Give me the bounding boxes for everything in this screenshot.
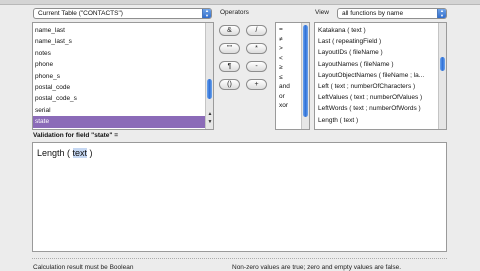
calculation-editor[interactable]: Length ( text ) (32, 142, 447, 252)
field-item[interactable]: postal_code (33, 82, 213, 93)
scroll-thumb[interactable] (303, 25, 308, 117)
function-list-scrollbar[interactable] (438, 23, 446, 129)
field-list[interactable]: name_last name_last_s notes phone phone_… (32, 22, 214, 130)
view-label: View (315, 9, 329, 16)
calc-text-suffix: ) (87, 148, 93, 158)
operators-label: Operators (220, 9, 249, 16)
select-arrows-icon: ▲ ▼ (437, 9, 446, 18)
function-item[interactable]: LayoutNames ( fileName ) (315, 59, 446, 70)
function-item[interactable]: LeftWords ( text ; numberOfWords ) (315, 103, 446, 114)
operator-parens-button[interactable]: () (219, 79, 240, 90)
function-item[interactable]: Last ( repeatingField ) (315, 36, 446, 47)
field-item[interactable]: phone_s (33, 71, 213, 82)
scroll-down-icon[interactable]: ▼ (206, 119, 213, 125)
calc-text-selected: text (72, 148, 88, 158)
field-item-selected[interactable]: state (33, 116, 213, 128)
function-item[interactable]: LayoutObjectNames ( fileName ; la... (315, 70, 446, 81)
operator-list-scrollbar[interactable] (301, 23, 309, 129)
field-item[interactable]: serial (33, 105, 213, 116)
operator-ampersand-button[interactable]: & (219, 25, 240, 36)
divider (32, 258, 447, 259)
operator-pilcrow-button[interactable]: ¶ (219, 61, 240, 72)
scroll-thumb[interactable] (440, 57, 445, 71)
operator-divide-button[interactable]: / (246, 25, 267, 36)
view-select[interactable]: all functions by name ▲ ▼ (337, 8, 447, 19)
field-item[interactable]: name_last_s (33, 36, 213, 47)
operator-multiply-button[interactable]: * (246, 43, 267, 54)
function-item[interactable]: LayoutIDs ( fileName ) (315, 47, 446, 58)
table-select-value: Current Table ("CONTACTS") (38, 10, 123, 17)
view-select-value: all functions by name (342, 10, 404, 17)
table-select[interactable]: Current Table ("CONTACTS") ▲ ▼ (33, 8, 212, 19)
operator-list[interactable]: = ≠ > < ≥ ≤ and or xor (275, 22, 310, 130)
field-item[interactable]: postal_code_s (33, 93, 213, 104)
field-item[interactable]: notes (33, 48, 213, 59)
calc-text-prefix: Length ( (37, 148, 73, 158)
operator-plus-button[interactable]: + (246, 79, 267, 90)
field-item[interactable]: name_last (33, 25, 213, 36)
function-list[interactable]: Katakana ( text ) Last ( repeatingField … (314, 22, 447, 130)
operator-minus-button[interactable]: - (246, 61, 267, 72)
select-arrows-icon: ▲ ▼ (202, 9, 211, 18)
function-item[interactable]: Length ( text ) (315, 115, 446, 126)
window-top-edge (0, 0, 480, 5)
scroll-thumb[interactable] (207, 79, 212, 99)
operator-quotes-button[interactable]: "" (219, 43, 240, 54)
validation-label: Validation for field "state" = (33, 132, 119, 139)
field-list-scrollbar[interactable]: ▲ ▼ (205, 23, 213, 129)
scroll-up-icon[interactable]: ▲ (206, 111, 213, 117)
function-item[interactable]: LeftValues ( text ; numberOfValues ) (315, 92, 446, 103)
field-item[interactable]: phone (33, 59, 213, 70)
function-item[interactable]: Katakana ( text ) (315, 25, 446, 36)
function-item[interactable]: Left ( text ; numberOfCharacters ) (315, 81, 446, 92)
